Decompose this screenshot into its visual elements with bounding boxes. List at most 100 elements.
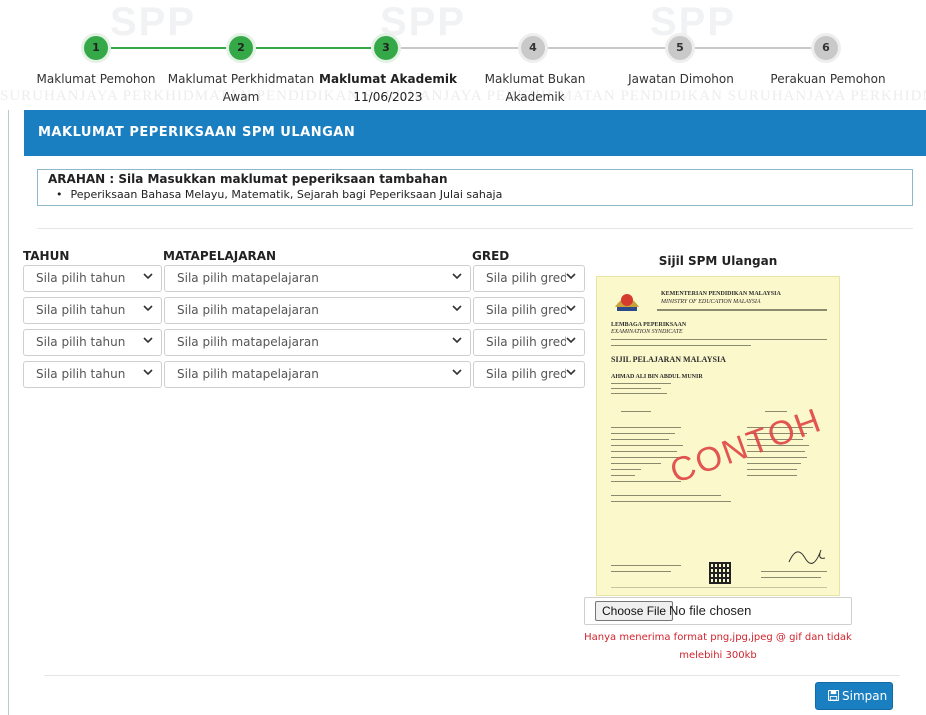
step-3-circle[interactable]: 3: [374, 36, 398, 60]
chevron-down-icon: [452, 335, 464, 349]
chevron-down-icon: [452, 271, 464, 285]
chevron-down-icon: [452, 367, 464, 381]
cert-text-line: [621, 411, 651, 412]
chevron-down-icon: [566, 303, 578, 317]
step-3-date: 11/06/2023: [353, 90, 423, 104]
cert-text-line: [611, 469, 641, 470]
year-select[interactable]: Sila pilih tahun: [23, 297, 162, 324]
cert-text-line: [611, 383, 671, 384]
cert-text-line: [611, 475, 635, 476]
subject-select[interactable]: Sila pilih matapelajaran: [164, 265, 471, 292]
cert-board: LEMBAGA PEPERIKSAAN: [611, 322, 687, 328]
step-3-label-line1: Maklumat Akademik: [319, 72, 457, 86]
file-status: No file chosen: [669, 603, 752, 618]
subject-select[interactable]: Sila pilih matapelajaran: [164, 297, 471, 324]
grade-select[interactable]: Sila pilih gred: [473, 265, 585, 292]
step-3-label: Maklumat Akademik 11/06/2023: [313, 70, 463, 106]
cert-text-line: [611, 445, 683, 446]
divider: [37, 228, 913, 229]
cert-text-line: [611, 345, 751, 346]
file-upload-field[interactable]: Choose File No file chosen: [584, 597, 852, 625]
cert-text-line: [761, 577, 821, 578]
floppy-disk-icon: [827, 689, 840, 704]
chevron-down-icon: [566, 335, 578, 349]
step-4-label: Maklumat Bukan Akademik: [484, 72, 586, 104]
choose-file-button[interactable]: Choose File: [595, 601, 674, 621]
sample-stamp: CONTOH: [665, 401, 828, 492]
cert-footer-line: [611, 587, 827, 588]
subject-select[interactable]: Sila pilih matapelajaran: [164, 361, 471, 388]
cert-text-line: [611, 495, 721, 496]
cert-board-en: EXAMINATION SYNDICATE: [611, 329, 683, 335]
instruction-title: ARAHAN : Sila Masukkan maklumat peperiks…: [48, 172, 448, 186]
step-1-label: Maklumat Pemohon: [36, 72, 156, 86]
cert-ministry: KEMENTERIAN PENDIDIKAN MALAYSIA: [661, 291, 781, 297]
subject-select-value: Sila pilih matapelajaran: [177, 367, 319, 381]
year-select[interactable]: Sila pilih tahun: [23, 265, 162, 292]
crest-icon: [615, 294, 639, 311]
cert-text-line: [611, 501, 731, 502]
year-select-value: Sila pilih tahun: [36, 367, 126, 381]
step-2-label-line2: Awam: [222, 90, 260, 104]
chevron-down-icon: [143, 303, 155, 317]
step-2-circle[interactable]: 2: [229, 36, 253, 60]
cert-name: SIJIL PELAJARAN MALAYSIA: [611, 355, 726, 364]
divider: [44, 675, 900, 676]
step-2-label: Maklumat Perkhidmatan Awam: [166, 70, 316, 106]
progress-stepper: 1 2 3 4 5 6 Maklumat Pemohon Maklumat Pe…: [0, 0, 926, 110]
cert-text-line: [611, 339, 827, 340]
step-2-label-line1: Maklumat Perkhidmatan: [167, 72, 315, 86]
cert-text-line: [611, 388, 661, 389]
cert-text-line: [611, 481, 681, 482]
grade-column-header: GRED: [472, 249, 510, 263]
cert-text-line: [611, 451, 677, 452]
step-1-circle[interactable]: 1: [84, 36, 108, 60]
save-button[interactable]: Simpan: [815, 682, 893, 710]
step-5-label: Jawatan Dimohon: [628, 72, 734, 86]
signature-icon: [788, 549, 826, 564]
subject-column-header: MATAPELAJARAN: [163, 249, 277, 263]
grade-select-value: Sila pilih gred: [486, 303, 568, 317]
cert-text-line: [611, 463, 661, 464]
save-button-label: Simpan: [842, 689, 888, 703]
instruction-box: ARAHAN : Sila Masukkan maklumat peperiks…: [37, 169, 913, 206]
year-column-header: TAHUN: [23, 249, 70, 263]
grade-select[interactable]: Sila pilih gred: [473, 361, 585, 388]
year-select[interactable]: Sila pilih tahun: [23, 361, 162, 388]
year-select-value: Sila pilih tahun: [36, 271, 126, 285]
grade-select[interactable]: Sila pilih gred: [473, 297, 585, 324]
step-connector-todo: [386, 47, 826, 49]
cert-text-line: [611, 427, 681, 428]
cert-candidate: AHMAD ALI BIN ABDUL MUNIR: [611, 374, 703, 380]
qr-code-icon: [709, 562, 731, 584]
subject-select-value: Sila pilih matapelajaran: [177, 335, 319, 349]
certificate-title: Sijil SPM Ulangan: [658, 254, 778, 268]
step-5-circle[interactable]: 5: [668, 36, 692, 60]
cert-text-line: [761, 571, 827, 572]
left-border: [8, 110, 9, 715]
chevron-down-icon: [566, 367, 578, 381]
cert-rule: [657, 309, 827, 311]
year-select[interactable]: Sila pilih tahun: [23, 329, 162, 356]
subject-select-value: Sila pilih matapelajaran: [177, 271, 319, 285]
cert-text-line: [611, 393, 667, 394]
chevron-down-icon: [566, 271, 578, 285]
grade-select-value: Sila pilih gred: [486, 367, 568, 381]
chevron-down-icon: [143, 271, 155, 285]
grade-select[interactable]: Sila pilih gred: [473, 329, 585, 356]
grade-select-value: Sila pilih gred: [486, 271, 568, 285]
subject-select[interactable]: Sila pilih matapelajaran: [164, 329, 471, 356]
cert-text-line: [611, 433, 675, 434]
cert-text-line: [611, 571, 671, 572]
chevron-down-icon: [143, 335, 155, 349]
cert-text-line: [747, 475, 797, 476]
step-6-label: Perakuan Pemohon: [770, 72, 886, 86]
section-title: MAKLUMAT PEPERIKSAAN SPM ULANGAN: [24, 110, 926, 156]
instruction-bullet: Peperiksaan Bahasa Melayu, Matematik, Se…: [56, 188, 902, 201]
step-6-circle[interactable]: 6: [814, 36, 838, 60]
chevron-down-icon: [143, 367, 155, 381]
cert-text-line: [611, 565, 681, 566]
cert-text-line: [611, 439, 669, 440]
certificate-sample-image: KEMENTERIAN PENDIDIKAN MALAYSIA MINISTRY…: [596, 276, 840, 596]
step-4-circle[interactable]: 4: [521, 36, 545, 60]
